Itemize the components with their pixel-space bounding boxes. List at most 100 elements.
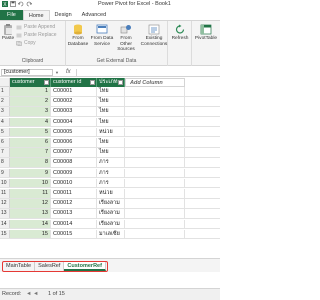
row-number[interactable]: 8: [0, 158, 10, 167]
row-number[interactable]: 9: [0, 168, 10, 178]
existing-connections-button[interactable]: Existing Connections: [140, 24, 168, 47]
cell-type[interactable]: ไทย: [97, 148, 125, 157]
pivottable-button[interactable]: PivotTable: [194, 24, 218, 42]
table-row[interactable]: 6 6 C00006 ไทย: [0, 138, 220, 148]
table-row[interactable]: 2 2 C00002 ไทย: [0, 97, 220, 107]
cell-customer[interactable]: 15: [10, 229, 51, 239]
cell-customer[interactable]: 7: [10, 148, 51, 157]
table-row[interactable]: 5 5 C00005 หน่วย: [0, 127, 220, 138]
table-row[interactable]: 3 3 C00003 ไทย: [0, 107, 220, 117]
cell-customer-id[interactable]: C00010: [51, 178, 97, 188]
from-other-sources-button[interactable]: From Other Sources: [114, 24, 138, 53]
cell-customer-id[interactable]: C00007: [51, 148, 97, 157]
cell-add-column[interactable]: [125, 87, 185, 96]
row-number[interactable]: 12: [0, 199, 10, 208]
cell-add-column[interactable]: [125, 107, 185, 116]
cell-type[interactable]: ไทย: [97, 117, 125, 127]
table-row[interactable]: 11 11 C00011 หน่วย: [0, 189, 220, 199]
row-number[interactable]: 14: [0, 219, 10, 229]
cell-customer-id[interactable]: C00008: [51, 158, 97, 167]
tab-file[interactable]: File: [0, 10, 23, 20]
cell-type[interactable]: ภาร: [97, 168, 125, 178]
cell-add-column[interactable]: [125, 229, 185, 239]
paste-append-button[interactable]: Paste Append: [16, 24, 55, 30]
cell-customer-id[interactable]: C00003: [51, 107, 97, 116]
row-number[interactable]: 1: [0, 87, 10, 96]
table-row[interactable]: 10 10 C00010 ภาร: [0, 178, 220, 189]
cell-type[interactable]: เรียงลาม: [97, 199, 125, 208]
filter-dropdown-icon[interactable]: [118, 80, 123, 85]
column-header-customer-id[interactable]: customer id: [51, 78, 97, 87]
filter-dropdown-icon[interactable]: [44, 80, 49, 85]
cell-customer[interactable]: 11: [10, 189, 51, 198]
cell-customer[interactable]: 10: [10, 178, 51, 188]
row-number[interactable]: 13: [0, 209, 10, 218]
paste-button[interactable]: Paste: [0, 24, 16, 42]
table-row[interactable]: 4 4 C00004 ไทย: [0, 117, 220, 128]
cell-customer[interactable]: 14: [10, 219, 51, 229]
cell-customer-id[interactable]: C00013: [51, 209, 97, 218]
row-number[interactable]: 4: [0, 117, 10, 127]
refresh-button[interactable]: Refresh: [168, 24, 192, 42]
cell-add-column[interactable]: [125, 178, 185, 188]
cell-add-column[interactable]: [125, 219, 185, 229]
cell-customer-id[interactable]: C00005: [51, 127, 97, 137]
cell-customer-id[interactable]: C00014: [51, 219, 97, 229]
cell-add-column[interactable]: [125, 127, 185, 137]
cell-type[interactable]: ภาร: [97, 178, 125, 188]
table-row[interactable]: 15 15 C00015 มาเลเซีย: [0, 229, 220, 240]
row-number[interactable]: 5: [0, 127, 10, 137]
sheet-tab-salesref[interactable]: SalesRef: [35, 262, 65, 271]
chevron-down-icon[interactable]: ▼: [54, 69, 60, 76]
row-number[interactable]: 15: [0, 229, 10, 239]
from-database-button[interactable]: From Database: [66, 24, 90, 47]
row-number[interactable]: 3: [0, 107, 10, 116]
row-number[interactable]: 7: [0, 148, 10, 157]
table-row[interactable]: 12 12 C00012 เรียงลาม: [0, 199, 220, 209]
cell-customer[interactable]: 3: [10, 107, 51, 116]
table-row[interactable]: 13 13 C00013 เรียงลาม: [0, 209, 220, 219]
row-number[interactable]: 10: [0, 178, 10, 188]
select-all-corner[interactable]: [0, 78, 10, 87]
cell-customer[interactable]: 4: [10, 117, 51, 127]
cell-customer-id[interactable]: C00002: [51, 97, 97, 106]
add-column-header[interactable]: Add Column: [125, 78, 185, 87]
tab-home[interactable]: Home: [22, 10, 50, 20]
table-row[interactable]: 9 9 C00009 ภาร: [0, 168, 220, 179]
cell-add-column[interactable]: [125, 158, 185, 167]
tab-design[interactable]: Design: [50, 10, 77, 20]
table-row[interactable]: 14 14 C00014 เรียงลาม: [0, 219, 220, 230]
cell-add-column[interactable]: [125, 97, 185, 106]
cell-type[interactable]: ไทย: [97, 87, 125, 96]
cell-customer-id[interactable]: C00012: [51, 199, 97, 208]
cell-type[interactable]: มาเลเซีย: [97, 229, 125, 239]
cell-customer-id[interactable]: C00006: [51, 138, 97, 147]
cell-customer[interactable]: 12: [10, 199, 51, 208]
tab-advanced[interactable]: Advanced: [77, 10, 111, 20]
paste-replace-button[interactable]: Paste Replace: [16, 32, 57, 38]
sheet-tab-maintable[interactable]: MainTable: [3, 262, 36, 271]
cell-add-column[interactable]: [125, 117, 185, 127]
cell-customer[interactable]: 2: [10, 97, 51, 106]
from-data-service-button[interactable]: From Data Service: [90, 24, 114, 47]
cell-type[interactable]: ไทย: [97, 138, 125, 147]
cell-add-column[interactable]: [125, 148, 185, 157]
cell-type[interactable]: หน่วย: [97, 189, 125, 198]
cell-customer[interactable]: 8: [10, 158, 51, 167]
sheet-tab-customerref[interactable]: CustomerRef: [64, 262, 106, 271]
cell-customer-id[interactable]: C00009: [51, 168, 97, 178]
filter-dropdown-icon[interactable]: [90, 80, 95, 85]
cell-customer-id[interactable]: C00001: [51, 87, 97, 96]
cell-type[interactable]: เรียงลาม: [97, 209, 125, 218]
column-header-type[interactable]: ประเภท: [97, 78, 125, 87]
row-number[interactable]: 2: [0, 97, 10, 106]
redo-icon[interactable]: [26, 1, 32, 7]
table-row[interactable]: 1 1 C00001 ไทย: [0, 87, 220, 97]
cell-customer[interactable]: 13: [10, 209, 51, 218]
cell-customer[interactable]: 9: [10, 168, 51, 178]
row-number[interactable]: 11: [0, 189, 10, 198]
cell-customer-id[interactable]: C00004: [51, 117, 97, 127]
record-nav-buttons[interactable]: ◄ ◄: [26, 289, 38, 300]
table-row[interactable]: 7 7 C00007 ไทย: [0, 148, 220, 158]
cell-add-column[interactable]: [125, 199, 185, 208]
